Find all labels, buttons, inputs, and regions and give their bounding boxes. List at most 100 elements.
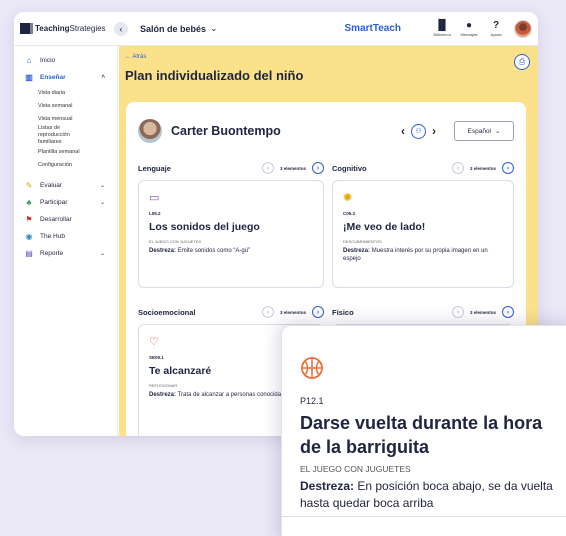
skill-text: Trata de alcanzar a personas conocidas [177,392,285,398]
activity-category: DESCUBRIMIENTOS [343,239,382,244]
activity-card-lenguaje[interactable]: ▭ L09.2 Los sonidos del juego EL JUEGO C… [138,180,324,288]
back-link[interactable]: ← Atrás [125,54,146,60]
print-button[interactable]: ⎙ [514,54,530,70]
top-bar: TeachingStrategies ‹ Salón de bebés ⌄ Sm… [14,12,538,46]
activity-category: EL JUEGO CON JUGUETES [149,239,202,244]
language-value: Español [467,127,492,135]
logo-light-text: Strategies [69,24,106,33]
book-icon: ▥ [25,73,33,82]
chevron-down-icon: ⌄ [210,23,218,33]
user-avatar[interactable] [514,19,532,38]
previous-item-button[interactable]: ‹ [451,306,464,318]
teaching-strategies-logo[interactable]: TeachingStrategies [20,17,114,41]
skill-text: Emite sonidos como “A-gú” [177,248,251,254]
hub-icon: ◉ [25,232,33,241]
next-item-button[interactable]: › [312,162,324,174]
sidebar-item-label: The Hub [40,233,65,240]
evaluate-icon: ✎ [25,181,33,190]
sidebar-item-label: Reporte [40,250,64,257]
sidebar-item-participar[interactable]: ♣ Participar ⌄ [14,194,117,211]
print-icon: ⎙ [518,57,526,66]
previous-item-button[interactable]: ‹ [451,162,464,174]
next-child-button[interactable]: › [432,124,436,138]
chevron-down-icon: ⌄ [99,200,105,206]
collapse-sidebar-button[interactable]: ‹ [114,21,128,36]
messages-button[interactable]: ● Mensajes [457,20,481,37]
chevron-left-icon: ‹ [119,23,123,34]
group-icon[interactable]: ⚇ [411,123,426,139]
next-item-button[interactable]: › [502,306,514,318]
item-count: 3 elementos [469,309,496,315]
classroom-selector[interactable]: Salón de bebés ⌄ [140,23,218,34]
activity-title: Te alcanzaré [149,365,212,377]
sidebar-subitem-configuracion[interactable]: Configuración [14,158,117,171]
messages-icon: ● [465,20,473,31]
chevron-up-icon: ^ [101,74,105,81]
domain-name: Lenguaje [138,163,171,173]
next-item-button[interactable]: › [312,306,324,318]
develop-icon: ⚑ [25,215,33,224]
sidebar-subitem-vista-mensual[interactable]: Vista mensual [14,112,117,125]
sidebar-subitem-vista-diaria[interactable]: Vista diaria [14,86,117,99]
sidebar-item-ensenar[interactable]: ▥ Enseñar ^ [14,69,117,86]
smartteach-brand: SmartTeach [344,23,401,34]
chevron-down-icon: ⌄ [495,128,501,135]
item-count: 3 elementos [279,165,306,171]
chevron-down-icon: ⌄ [99,183,105,189]
classroom-name: Salón de bebés [140,23,207,34]
help-icon: ? [492,20,500,31]
basketball-icon [301,357,323,379]
sidebar-subitem-plantilla-semanal[interactable]: Plantilla semanal [14,145,117,158]
sidebar-subitem-listas-familiares[interactable]: Listas de reproducción familiares [14,125,117,145]
domain-name: Físico [332,307,354,317]
logo-bold-text: Teaching [35,24,70,33]
child-name: Carter Buontempo [171,124,281,138]
item-count: 3 elementos [469,165,496,171]
next-item-button[interactable]: › [502,162,514,174]
sidebar-item-label: Participar [40,199,68,206]
domain-name: Cognitivo [332,163,367,173]
library-button[interactable]: ▐▌ Biblioteca [430,20,454,37]
sidebar-item-desarrollar[interactable]: ⚑ Desarrollar [14,211,117,228]
language-select[interactable]: Español ⌄ [454,121,514,141]
previous-child-button[interactable]: ‹ [401,124,405,138]
activity-category: EL JUEGO CON JUGUETES [300,464,411,474]
activity-skill: Destreza: Muestra interés por su propia … [343,247,505,263]
sidebar-item-label: Inicio [40,57,56,64]
family-icon: ♣ [26,198,32,207]
zoomed-activity-card[interactable]: P12.1 Darse vuelta durante la hora de la… [281,325,566,536]
activity-code: P12.1 [300,396,324,406]
help-button[interactable]: ? Ayuda [484,20,508,37]
library-icon: ▐▌ [434,20,450,31]
sidebar-item-the-hub[interactable]: ◉ The Hub [14,228,117,245]
home-icon: ⌂ [26,56,32,65]
domain-header-fisico: Físico ‹ 3 elementos › [332,304,514,320]
activity-category: REFLEXIONAR [149,383,178,388]
activity-code: C05.3 [343,211,356,216]
sidebar-item-inicio[interactable]: ⌂ Inicio [14,52,117,69]
activity-title: ¡Me veo de lado! [343,221,426,233]
sidebar-item-evaluar[interactable]: ✎ Evaluar ⌄ [14,177,117,194]
activity-code: L09.2 [149,211,161,216]
chevron-down-icon: ⌄ [99,251,105,257]
library-label: Biblioteca [433,32,451,37]
divider [282,516,566,517]
activity-title: Darse vuelta durante la hora de la barri… [300,413,543,457]
domain-name: Socioemocional [138,307,196,317]
skill-label: Destreza: [343,248,371,254]
lightbulb-icon: ✺ [343,192,353,204]
skill-label: Destreza: [149,248,177,254]
previous-item-button[interactable]: ‹ [261,162,274,174]
skill-label: Destreza: [300,479,355,493]
sidebar-subitem-vista-semanal[interactable]: Vista semanal [14,99,117,112]
activity-skill: Destreza: En posición boca abajo, se da … [300,478,560,512]
sidebar-item-reporte[interactable]: ▤ Reporte ⌄ [14,245,117,262]
activity-skill: Destreza: Emite sonidos como “A-gú” [149,247,319,255]
activity-card-cognitivo[interactable]: ✺ C05.3 ¡Me veo de lado! DESCUBRIMIENTOS… [332,180,514,288]
report-icon: ▤ [25,249,33,258]
sidebar: ⌂ Inicio ▥ Enseñar ^ Vista diaria Vista … [14,46,118,436]
item-count: 3 elementos [279,309,306,315]
sidebar-item-label: Evaluar [40,182,63,189]
previous-item-button[interactable]: ‹ [261,306,274,318]
activity-title: Los sonidos del juego [149,221,260,233]
